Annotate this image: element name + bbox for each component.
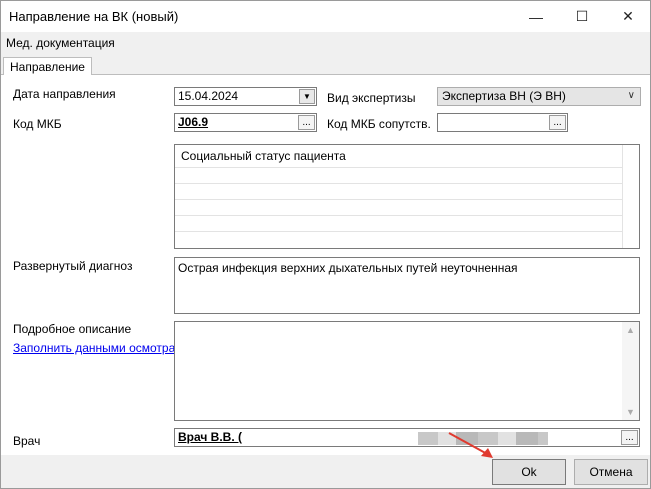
doctor-label: Врач — [13, 434, 41, 448]
maximize-button[interactable]: ☐ — [559, 1, 605, 32]
icd-related-input[interactable]: ... — [437, 113, 568, 132]
date-input[interactable]: 15.04.2024 ▼ — [174, 87, 317, 106]
description-label: Подробное описание — [13, 322, 132, 336]
tab-direction[interactable]: Направление — [3, 57, 92, 76]
fill-from-exam-link[interactable]: Заполнить данными осмотра — [13, 341, 175, 355]
social-status-grid[interactable]: Социальный статус пациента — [174, 144, 640, 249]
scroll-down-icon[interactable]: ▼ — [626, 407, 635, 417]
close-button[interactable]: ✕ — [605, 1, 651, 32]
social-status-header: Социальный статус пациента — [181, 149, 346, 163]
exam-type-label: Вид экспертизы — [327, 91, 416, 105]
cancel-button[interactable]: Отмена — [574, 459, 648, 485]
annotation-arrow-icon — [448, 432, 493, 458]
icd-label: Код МКБ — [13, 117, 62, 131]
doctor-input[interactable]: Врач В.В. ( ... — [174, 428, 640, 447]
exam-type-select[interactable]: Экспертиза ВН (Э ВН) ∨ — [437, 87, 641, 106]
date-label: Дата направления — [13, 87, 116, 101]
icd-input[interactable]: J06.9 ... — [174, 113, 317, 132]
date-dropdown-button[interactable]: ▼ — [299, 89, 315, 104]
doctor-browse-button[interactable]: ... — [621, 430, 638, 445]
minimize-button[interactable]: — — [513, 1, 559, 32]
icd-related-browse-button[interactable]: ... — [549, 115, 566, 130]
ok-button[interactable]: Ok — [492, 459, 566, 485]
grid-line — [175, 231, 622, 232]
icd-browse-button[interactable]: ... — [298, 115, 315, 130]
date-value: 15.04.2024 — [178, 89, 239, 103]
form-panel: Дата направления 15.04.2024 ▼ Вид экспер… — [1, 75, 650, 455]
window-title: Направление на ВК (новый) — [9, 9, 179, 24]
title-bar: Направление на ВК (новый) — ☐ ✕ — [1, 1, 650, 32]
doctor-value: Врач В.В. ( — [178, 430, 243, 444]
grid-line — [175, 215, 622, 216]
scroll-up-icon[interactable]: ▲ — [626, 325, 635, 335]
minimize-icon: — — [529, 8, 543, 25]
icd-related-label: Код МКБ сопутств. — [327, 117, 431, 131]
diagnosis-label: Развернутый диагноз — [13, 259, 133, 273]
menu-med-docs[interactable]: Мед. документация — [6, 36, 115, 50]
close-icon: ✕ — [622, 8, 634, 24]
description-scrollbar[interactable]: ▲ ▼ — [622, 322, 639, 420]
dialog-window: Направление на ВК (новый) — ☐ ✕ Мед. док… — [0, 0, 651, 489]
grid-line — [175, 199, 622, 200]
grid-line — [175, 167, 622, 168]
description-textarea[interactable]: ▲ ▼ — [174, 321, 640, 421]
triangle-down-icon: ▼ — [303, 92, 311, 101]
icd-value: J06.9 — [178, 115, 209, 129]
tab-strip: Направление — [1, 54, 650, 76]
chevron-down-icon: ∨ — [627, 90, 635, 101]
diagnosis-textarea[interactable]: Острая инфекция верхних дыхательных путе… — [174, 257, 640, 314]
grid-line — [175, 183, 622, 184]
exam-type-value: Экспертиза ВН (Э ВН) — [442, 89, 566, 103]
grid-column-divider — [622, 145, 623, 248]
maximize-icon: ☐ — [575, 8, 589, 24]
diagnosis-value: Острая инфекция верхних дыхательных путе… — [178, 261, 518, 275]
menu-bar: Мед. документация — [1, 32, 650, 54]
